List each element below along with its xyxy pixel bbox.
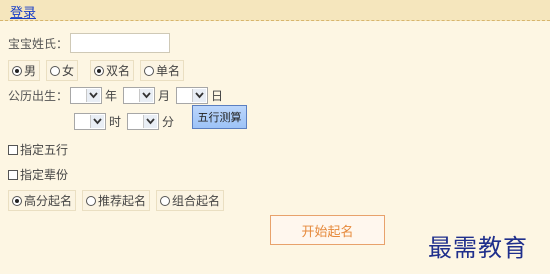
year-unit: 年: [105, 89, 118, 103]
chevron-down-icon: [86, 89, 101, 102]
surname-row: 宝宝姓氏：: [8, 33, 171, 53]
radio-combo[interactable]: [160, 195, 171, 206]
surname-label: 宝宝姓氏：: [8, 36, 69, 51]
combo-option[interactable]: 组合起名: [156, 190, 225, 211]
month-unit: 月: [158, 89, 171, 103]
top-bar: 登录: [0, 0, 550, 21]
gender-female-label: 女: [62, 64, 75, 78]
day-select[interactable]: [176, 87, 209, 104]
wuxing-calc-button[interactable]: 五行测算: [192, 105, 247, 129]
recommend-option[interactable]: 推荐起名: [82, 190, 151, 211]
birth-date-row: 公历出生： 年 月 日: [8, 87, 227, 104]
double-name-option[interactable]: 双名: [90, 60, 135, 81]
radio-single-name[interactable]: [144, 65, 155, 76]
start-naming-button[interactable]: 开始起名: [270, 215, 385, 245]
radio-female[interactable]: [50, 65, 61, 76]
chevron-down-icon: [192, 89, 207, 102]
minute-unit: 分: [162, 115, 175, 129]
minute-select[interactable]: [127, 113, 160, 130]
single-name-label: 单名: [156, 64, 181, 78]
method-row: 高分起名 推荐起名 组合起名: [8, 190, 230, 211]
birth-label: 公历出生：: [8, 89, 69, 103]
specify-wuxing-row[interactable]: 指定五行: [8, 141, 68, 158]
high-score-option[interactable]: 高分起名: [8, 190, 77, 211]
gender-female-option[interactable]: 女: [46, 60, 79, 81]
specify-wuxing-label: 指定五行: [20, 143, 69, 157]
combo-label: 组合起名: [172, 194, 221, 208]
radio-high-score[interactable]: [12, 195, 22, 206]
gender-male-label: 男: [24, 64, 37, 78]
birth-time-row: 时 分: [72, 113, 178, 130]
checkbox-specify-wuxing[interactable]: [8, 144, 18, 155]
checkbox-specify-generation[interactable]: [8, 169, 18, 180]
specify-generation-label: 指定辈份: [20, 168, 69, 182]
radio-double-name[interactable]: [94, 65, 105, 76]
surname-input[interactable]: [70, 33, 171, 53]
radio-male[interactable]: [12, 65, 22, 76]
year-select[interactable]: [70, 87, 103, 104]
chevron-down-icon: [90, 115, 104, 128]
gender-male-option[interactable]: 男: [8, 60, 41, 81]
single-name-option[interactable]: 单名: [140, 60, 185, 81]
chevron-down-icon: [143, 115, 158, 128]
recommend-label: 推荐起名: [98, 194, 147, 208]
radio-recommend[interactable]: [86, 195, 97, 206]
gender-nametype-row: 男 女 双名 单名: [8, 60, 190, 81]
double-name-label: 双名: [106, 64, 131, 78]
hour-select[interactable]: [74, 113, 106, 130]
hour-unit: 时: [109, 115, 122, 129]
specify-generation-row[interactable]: 指定辈份: [8, 166, 68, 183]
chevron-down-icon: [139, 89, 154, 102]
high-score-label: 高分起名: [24, 194, 73, 208]
month-select[interactable]: [123, 87, 156, 104]
watermark-text: 最需教育: [428, 234, 528, 262]
day-unit: 日: [211, 89, 224, 103]
login-link[interactable]: 登录: [10, 2, 36, 21]
